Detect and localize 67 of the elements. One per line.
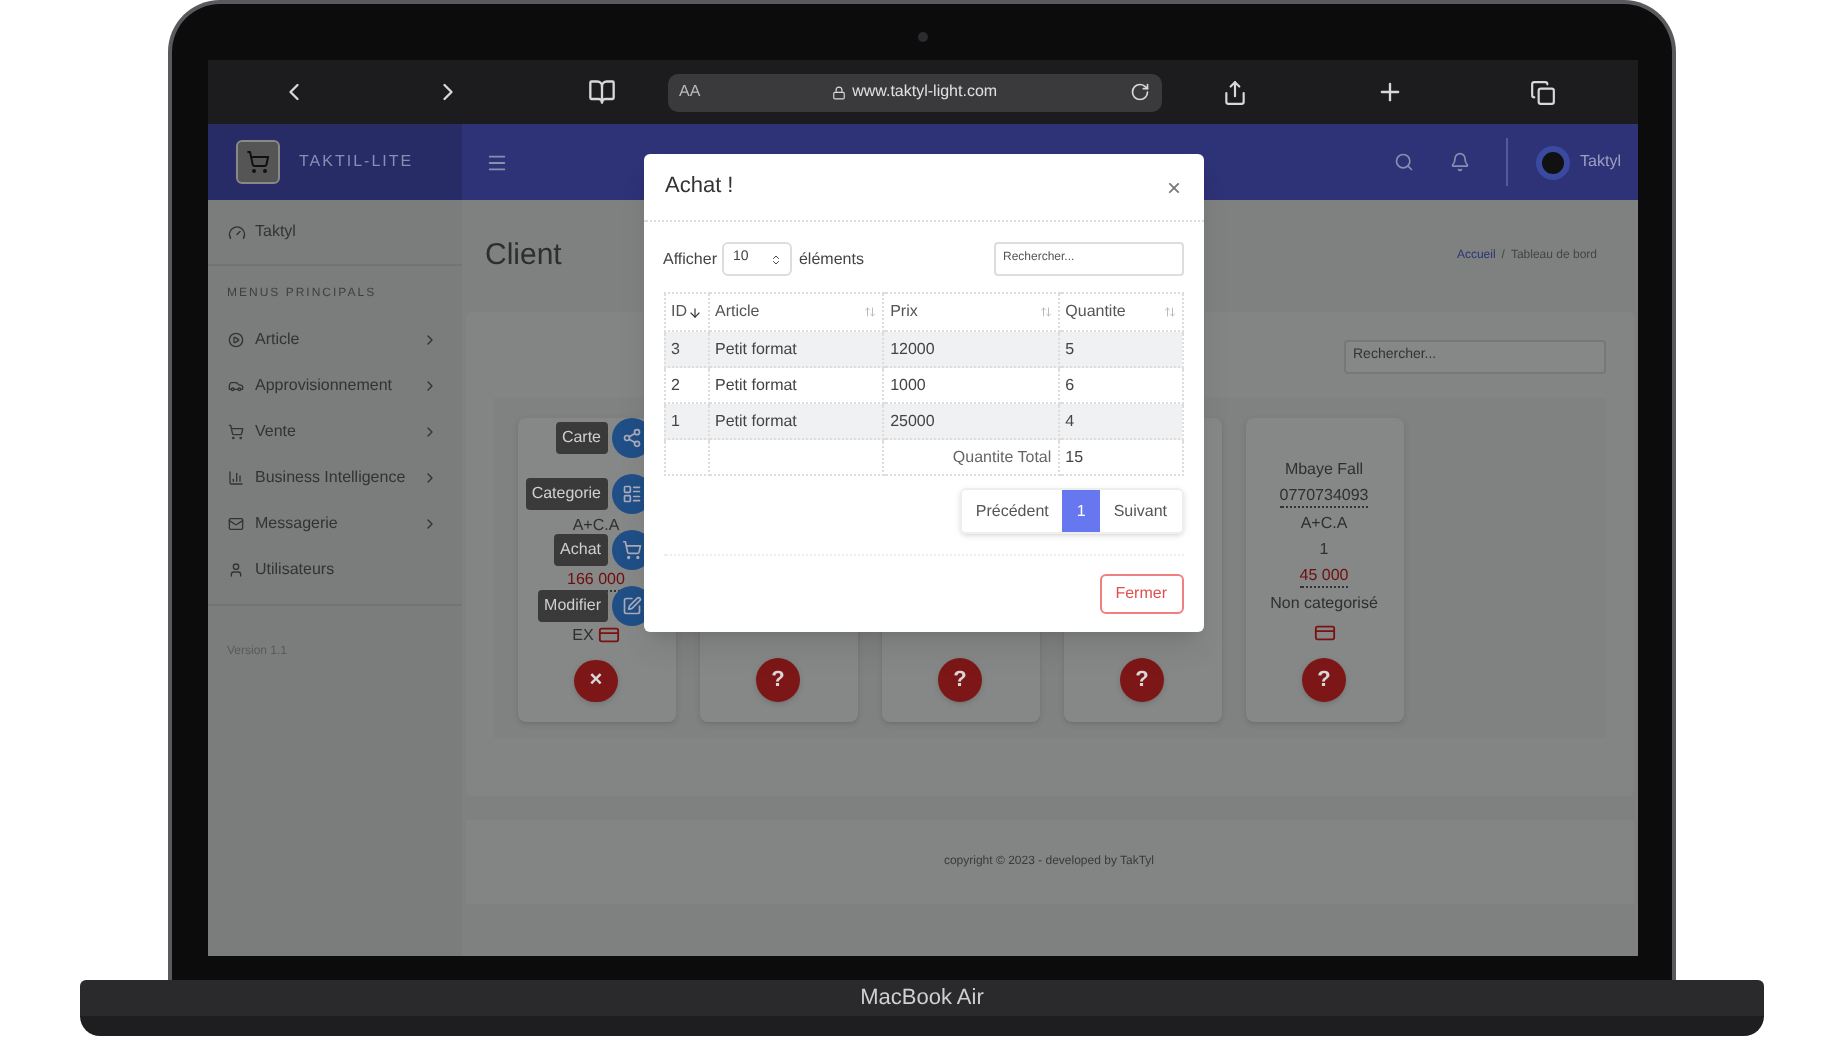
- dialog-title: Achat !: [665, 172, 734, 203]
- sidebar-item[interactable]: Article: [207, 316, 461, 362]
- action-tooltip: Carte: [555, 422, 607, 454]
- cart-icon: [621, 540, 641, 560]
- search-icon[interactable]: [1394, 152, 1415, 172]
- action-tooltip: Achat: [554, 534, 607, 566]
- pagination-button[interactable]: 1: [1062, 490, 1100, 532]
- edit-icon: [621, 596, 641, 616]
- book-icon[interactable]: [587, 78, 615, 106]
- card-text: 0770734093: [1279, 484, 1369, 508]
- table-cell: 25000: [883, 403, 1059, 439]
- help-button[interactable]: ?: [756, 658, 800, 702]
- card-text: A+C.A: [1300, 512, 1348, 534]
- url-text: www.taktyl-light.com: [852, 80, 998, 104]
- share-icon: [621, 428, 641, 448]
- pagination-button[interactable]: Suivant: [1099, 490, 1181, 532]
- new-tab-icon[interactable]: [1375, 78, 1403, 106]
- address-bar[interactable]: AA www.taktyl-light.com: [667, 73, 1161, 111]
- menu-item-icon: [227, 423, 243, 439]
- table-cell: 1: [664, 403, 708, 439]
- user-name[interactable]: Taktyl: [1580, 150, 1621, 174]
- menu-icon[interactable]: [485, 151, 507, 173]
- card-text: Mbaye Fall: [1284, 458, 1364, 480]
- pagination-button[interactable]: Précédent: [961, 490, 1063, 532]
- price-text: 45 000: [1299, 564, 1349, 588]
- dashboard-icon: [227, 223, 245, 241]
- menu-item-icon: [227, 515, 243, 531]
- entries-label: éléments: [798, 247, 864, 271]
- close-button[interactable]: ×: [1166, 169, 1181, 205]
- action-tooltip: Modifier: [538, 590, 607, 622]
- menu-item-icon: [227, 561, 243, 577]
- card-text: Non categorisé: [1270, 592, 1378, 614]
- menu-item-icon: [227, 377, 243, 393]
- camera-icon: [917, 32, 927, 42]
- sidebar-item[interactable]: Messagerie: [207, 500, 461, 546]
- help-button[interactable]: ?: [1302, 658, 1346, 702]
- table-cell: 4: [1058, 403, 1182, 439]
- action-tooltip: Categorie: [525, 478, 607, 510]
- lock-icon: [832, 85, 847, 99]
- total-value: 15: [1058, 439, 1182, 475]
- logo-icon: [235, 140, 279, 184]
- help-button[interactable]: ?: [1120, 658, 1164, 702]
- card-text: A+C.A: [572, 514, 620, 536]
- menu-item-icon: [227, 331, 243, 347]
- sidebar-item[interactable]: Vente: [207, 408, 461, 454]
- brand-name: TAKTIL-LITE: [299, 150, 414, 174]
- card-text: 1: [1319, 538, 1329, 560]
- bell-icon[interactable]: [1450, 152, 1471, 172]
- tabs-icon[interactable]: [1529, 79, 1555, 105]
- table-cell: Petit format: [708, 403, 884, 439]
- menu-item-icon: [227, 469, 243, 485]
- total-label: Quantite Total: [883, 439, 1059, 475]
- sidebar-item[interactable]: Utilisateurs: [207, 546, 461, 592]
- list-icon: [621, 484, 641, 504]
- help-button[interactable]: ?: [938, 658, 982, 702]
- reload-icon[interactable]: [1129, 82, 1149, 102]
- show-label: Afficher: [663, 247, 717, 271]
- text-size-button[interactable]: AA: [679, 80, 701, 104]
- sidebar-item[interactable]: Approvisionnement: [207, 362, 461, 408]
- sidebar-user[interactable]: Taktyl: [255, 220, 296, 244]
- share-icon[interactable]: [1221, 79, 1247, 105]
- close-dialog-button[interactable]: Fermer: [1099, 574, 1183, 614]
- page-title: Client: [485, 235, 562, 276]
- delete-button[interactable]: ×: [574, 660, 618, 702]
- card-text: EX: [572, 624, 594, 646]
- model-label: MacBook Air: [860, 983, 984, 1014]
- sidebar-item[interactable]: Business Intelligence: [207, 454, 461, 500]
